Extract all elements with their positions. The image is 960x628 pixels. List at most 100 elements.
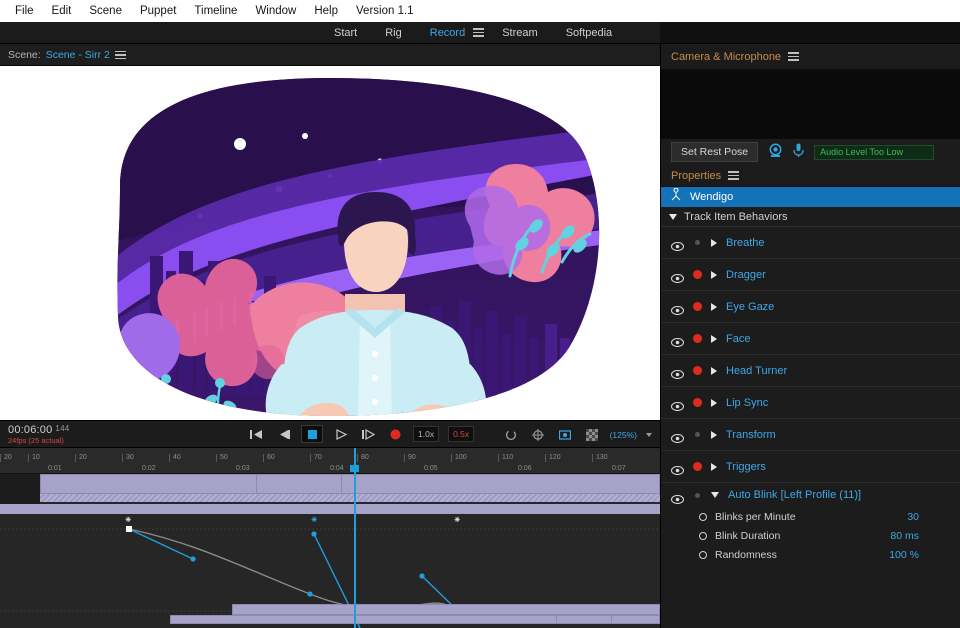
chevron-right-icon[interactable]	[711, 239, 717, 247]
tab-softpedia[interactable]: Softpedia	[552, 22, 626, 44]
workspace-menu-icon[interactable]	[473, 27, 484, 38]
scene-name[interactable]: Scene - Sirr 2	[46, 49, 110, 61]
track-clip-bar[interactable]	[40, 474, 660, 494]
param-radio-icon[interactable]	[699, 551, 707, 559]
arm-record-toggle[interactable]	[693, 462, 702, 471]
stop-icon[interactable]	[301, 425, 323, 443]
right-panel: Camera & Microphone Set Rest Pose Audio …	[660, 44, 960, 628]
arm-record-toggle[interactable]	[695, 240, 700, 245]
playhead-knob[interactable]	[350, 465, 359, 472]
visibility-eye-icon[interactable]	[671, 238, 684, 247]
menu-item-edit[interactable]: Edit	[43, 2, 81, 20]
scene-label: Scene:	[8, 49, 41, 61]
visibility-eye-icon[interactable]	[671, 398, 684, 407]
menu-item-puppet[interactable]: Puppet	[131, 2, 185, 20]
visibility-eye-icon[interactable]	[671, 270, 684, 279]
arm-record-toggle[interactable]	[693, 398, 702, 407]
camera-preview[interactable]	[661, 70, 960, 139]
timeline-hscrollbar-top[interactable]	[232, 604, 660, 615]
chevron-right-icon[interactable]	[711, 303, 717, 311]
track-secondary-bar[interactable]	[0, 504, 660, 514]
visibility-eye-icon[interactable]	[671, 334, 684, 343]
arm-record-toggle[interactable]	[693, 270, 702, 279]
camera-panel-menu-icon[interactable]	[788, 51, 799, 62]
menu-item-file[interactable]: File	[6, 2, 43, 20]
visibility-eye-icon[interactable]	[671, 430, 684, 439]
chevron-right-icon[interactable]	[711, 271, 717, 279]
track-item-behaviors-group[interactable]: Track Item Behaviors	[661, 207, 960, 227]
playhead[interactable]	[354, 448, 356, 628]
chevron-down-icon[interactable]	[669, 214, 677, 220]
selected-puppet-row[interactable]: Wendigo	[661, 187, 960, 207]
play-icon[interactable]	[332, 425, 350, 443]
visibility-eye-icon[interactable]	[671, 491, 684, 500]
go-to-start-icon[interactable]	[247, 425, 265, 443]
tab-stream[interactable]: Stream	[488, 22, 551, 44]
chevron-right-icon[interactable]	[711, 399, 717, 407]
properties-panel-menu-icon[interactable]	[728, 170, 739, 181]
microphone-icon[interactable]	[793, 143, 804, 162]
param-value[interactable]: 100 %	[889, 549, 960, 561]
behavior-row-lip-sync[interactable]: Lip Sync	[661, 387, 960, 419]
behavior-row-triggers[interactable]: Triggers	[661, 451, 960, 483]
param-value[interactable]: 80 ms	[890, 530, 960, 542]
set-rest-pose-button[interactable]: Set Rest Pose	[671, 142, 758, 162]
step-back-icon[interactable]	[274, 425, 292, 443]
param-radio-icon[interactable]	[699, 513, 707, 521]
chevron-right-icon[interactable]	[711, 431, 717, 439]
behavior-row-eye-gaze[interactable]: Eye Gaze	[661, 291, 960, 323]
speed-1x-button[interactable]: 1.0x	[413, 426, 439, 442]
behavior-row-dragger[interactable]: Dragger	[661, 259, 960, 291]
scene-menu-icon[interactable]	[115, 50, 126, 61]
behavior-row-transform[interactable]: Transform	[661, 419, 960, 451]
behavior-row-face[interactable]: Face	[661, 323, 960, 355]
behavior-row-breathe[interactable]: Breathe	[661, 227, 960, 259]
arm-record-toggle[interactable]	[695, 432, 700, 437]
behavior-row-auto-blink[interactable]: Auto Blink [Left Profile (11)]	[661, 483, 960, 507]
tab-start[interactable]: Start	[320, 22, 371, 44]
timecode-display[interactable]: 00:06:00144	[8, 424, 69, 436]
step-forward-icon[interactable]	[359, 425, 377, 443]
stage-canvas[interactable]	[0, 66, 660, 420]
menu-item-timeline[interactable]: Timeline	[185, 2, 246, 20]
chevron-right-icon[interactable]	[711, 335, 717, 343]
transport-controls: 1.0x 0.5x	[247, 425, 474, 443]
timeline-panel[interactable]: 10 20 20 30 40 50 60 70 80 90 100 110 12…	[0, 448, 660, 628]
behavior-row-head-turner[interactable]: Head Turner	[661, 355, 960, 387]
chevron-right-icon[interactable]	[711, 463, 717, 471]
menu-item-help[interactable]: Help	[305, 2, 347, 20]
menu-item-window[interactable]: Window	[246, 2, 305, 20]
arm-record-toggle[interactable]	[693, 302, 702, 311]
timeline-ruler[interactable]: 10 20 20 30 40 50 60 70 80 90 100 110 12…	[0, 448, 660, 474]
zoom-level-value[interactable]: (125%)	[610, 430, 637, 440]
param-value[interactable]: 30	[907, 511, 960, 523]
param-randomness[interactable]: Randomness 100 %	[661, 545, 960, 564]
chevron-right-icon[interactable]	[711, 367, 717, 375]
visibility-eye-icon[interactable]	[671, 366, 684, 375]
loop-icon[interactable]	[502, 426, 520, 444]
ruler-tick: 70	[310, 454, 322, 462]
puppet-icon	[671, 188, 681, 206]
snapshot-icon[interactable]	[556, 426, 574, 444]
camera-icon[interactable]	[768, 143, 783, 162]
arm-record-toggle[interactable]	[693, 366, 702, 375]
record-icon[interactable]	[386, 425, 404, 443]
param-radio-icon[interactable]	[699, 532, 707, 540]
visibility-eye-icon[interactable]	[671, 302, 684, 311]
arm-record-toggle[interactable]	[695, 493, 700, 498]
timeline-hscrollbar-bottom[interactable]	[170, 615, 660, 624]
workspace-tab-bar: Start Rig Record Stream Softpedia	[0, 22, 660, 44]
visibility-eye-icon[interactable]	[671, 462, 684, 471]
zoom-dropdown-icon[interactable]	[646, 433, 652, 437]
param-blink-duration[interactable]: Blink Duration 80 ms	[661, 526, 960, 545]
group-label: Track Item Behaviors	[684, 211, 788, 223]
tab-record[interactable]: Record	[416, 22, 479, 44]
speed-half-button[interactable]: 0.5x	[448, 426, 474, 442]
tab-rig[interactable]: Rig	[371, 22, 416, 44]
param-blinks-per-minute[interactable]: Blinks per Minute 30	[661, 507, 960, 526]
chevron-down-icon[interactable]	[711, 492, 719, 498]
target-icon[interactable]	[529, 426, 547, 444]
arm-record-toggle[interactable]	[693, 334, 702, 343]
transparency-grid-icon[interactable]	[583, 426, 601, 444]
menu-item-scene[interactable]: Scene	[80, 2, 131, 20]
